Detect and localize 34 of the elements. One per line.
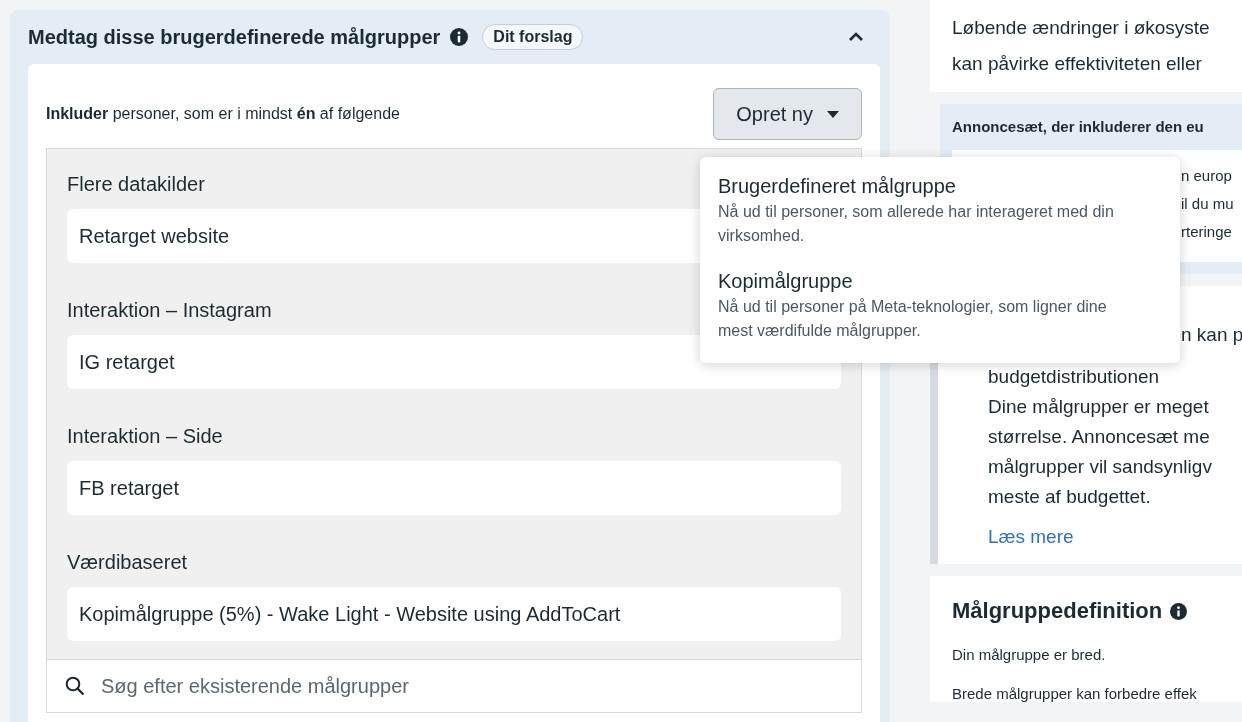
search-icon (65, 676, 85, 696)
definition-title: Målgruppedefinition (952, 598, 1163, 624)
group-label: Flere datakilder (67, 172, 205, 197)
notice-title: Annoncesæt, der inkluderer den eu (952, 117, 1205, 137)
warning-text: n kan p (1181, 323, 1242, 347)
intro-text: Løbende ændringer i økosyste (952, 16, 1211, 40)
notice-text: il du mu (1181, 194, 1235, 214)
chevron-up-icon[interactable] (848, 32, 864, 42)
include-text: Inkluder personer, som er i mindst én af følgende (46, 105, 400, 123)
notice-text: rteringe (1181, 222, 1233, 242)
intro-text: kan påvirke effektiviteten eller (952, 52, 1203, 76)
warning-text: budgetdistributionen (988, 365, 1160, 389)
definition-text: Din målgruppe er bred. (952, 646, 1107, 663)
warning-text: størrelse. Annoncesæt me (988, 425, 1210, 449)
menu-item-title: Brugerdefineret målgruppe (718, 175, 957, 198)
info-icon[interactable] (450, 28, 469, 46)
audience-item[interactable]: FB retarget (67, 461, 841, 515)
group-label: Interaktion – Side (67, 424, 223, 449)
menu-item-title: Kopimålgruppe (718, 270, 854, 293)
definition-text: Brede målgrupper kan forbedre effek (952, 685, 1198, 702)
info-icon[interactable] (1170, 602, 1188, 620)
read-more-link[interactable]: Læs mere (988, 526, 1074, 548)
create-button[interactable]: Opret ny (713, 88, 862, 140)
warning-text: målgrupper vil sandsynligv (988, 455, 1212, 479)
warning-text: Dine målgrupper er meget (988, 395, 1209, 419)
warning-text: meste af budgettet. (988, 485, 1151, 509)
group-label: Værdibaseret (67, 550, 188, 575)
notice-text: n europ (1181, 166, 1233, 186)
group-label: Interaktion – Instagram (67, 298, 272, 323)
audience-item[interactable]: Kopimålgruppe (5%) - Wake Light - Website using AddToCart (67, 587, 841, 641)
caret-icon (827, 110, 839, 118)
suggestion-tag: Dit forslag (482, 24, 584, 50)
section-title: Medtag disse brugerdefinerede målgrupper (28, 25, 441, 49)
audience-item[interactable]: IG retarget (67, 335, 841, 389)
